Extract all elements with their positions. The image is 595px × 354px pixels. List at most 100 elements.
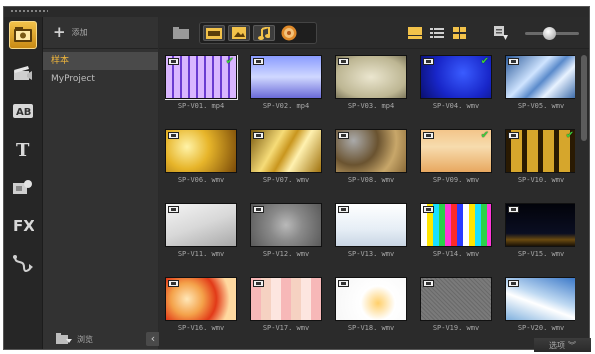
film-icon [253,58,264,65]
film-icon [508,206,519,213]
media-clip[interactable]: SP-V19. wmv [420,277,492,349]
media-clip[interactable]: SP-V02. mp4 [250,55,322,127]
media-clip[interactable]: SP-V12. wmv [250,203,322,275]
vertical-scrollbar[interactable] [580,51,588,335]
show-audio-button[interactable] [253,25,275,41]
clip-thumbnail[interactable] [335,55,407,99]
clip-thumbnail[interactable]: ✔ [165,55,238,100]
film-icon [338,132,349,139]
view-grid-button[interactable] [450,24,468,42]
flash-badge-icon [281,25,297,41]
transition-button[interactable]: AB [9,97,37,125]
media-clip[interactable]: SP-V17. wmv [250,277,322,349]
clip-name: SP-V11. wmv [177,250,225,258]
clip-thumbnail[interactable] [250,277,322,321]
drag-grip[interactable] [10,9,48,13]
in-use-check-icon: ✔ [225,56,234,67]
clip-name: SP-V18. wmv [347,324,395,332]
clip-thumbnail[interactable] [250,55,322,99]
clip-thumbnail[interactable] [335,203,407,247]
clip-name: SP-V10. wmv [517,176,565,184]
clip-name: SP-V03. mp4 [347,102,395,110]
show-video-button[interactable] [203,25,225,41]
options-label: 选项 [549,340,565,350]
clip-thumbnail[interactable] [165,129,237,173]
clip-thumbnail[interactable] [250,129,322,173]
browse-folder-icon [56,333,72,344]
media-clip[interactable]: SP-V08. wmv [335,129,407,201]
scrollbar-thumb[interactable] [581,55,587,141]
film-icon [338,206,349,213]
add-folder-button[interactable]: + 添加 [43,17,158,49]
clip-thumbnail[interactable] [420,203,492,247]
clip-thumbnail[interactable] [505,203,575,247]
clip-thumbnail[interactable] [505,277,575,321]
folder-item-myproject[interactable]: MyProject [43,70,158,88]
clip-thumbnail[interactable] [250,203,322,247]
sort-button[interactable] [491,23,511,43]
show-photo-button[interactable] [228,25,250,41]
slider-knob[interactable] [543,27,557,40]
media-tool-button[interactable] [9,21,37,49]
view-thumbnail-button[interactable] [406,24,424,42]
clip-thumbnail[interactable] [505,55,575,99]
open-folder-button[interactable] [169,23,193,43]
clip-thumbnail[interactable]: ✔ [420,129,492,173]
media-clip[interactable]: SP-V07. wmv [250,129,322,201]
media-filter-group [199,22,317,44]
film-icon [168,58,179,65]
music-note-icon [258,26,270,40]
clip-thumbnail[interactable] [420,277,492,321]
media-clip[interactable]: ✔ SP-V04. wmv [420,55,492,127]
flash-media-button[interactable] [278,25,300,41]
plus-icon: + [53,23,66,41]
media-clip[interactable]: ✔ SP-V01. mp4 [165,55,238,127]
film-icon [423,58,434,65]
instant-project-button[interactable] [9,59,37,87]
clip-name: SP-V13. wmv [347,250,395,258]
graphic-button[interactable] [9,173,37,201]
filter-button[interactable]: FX [9,211,37,239]
clip-thumbnail[interactable]: ✔ [505,129,575,173]
media-clip[interactable]: SP-V14. wmv [420,203,492,275]
clip-name: SP-V06. wmv [177,176,225,184]
media-clip[interactable]: SP-V05. wmv [505,55,575,127]
media-clip[interactable]: SP-V16. wmv [165,277,237,349]
film-icon [423,206,434,213]
media-clip[interactable]: SP-V13. wmv [335,203,407,275]
media-clip[interactable]: SP-V18. wmv [335,277,407,349]
options-button[interactable]: 选项 ︾ [534,338,591,352]
media-clip[interactable]: SP-V03. mp4 [335,55,407,127]
in-use-check-icon: ✔ [480,130,489,141]
photo-filter-icon [232,27,246,39]
media-clip[interactable]: ✔ SP-V09. wmv [420,129,492,201]
svg-text:FX: FX [13,217,34,234]
svg-text:T: T [16,140,30,159]
browse-button[interactable]: 浏览 [43,329,159,349]
clip-thumbnail[interactable]: ✔ [420,55,492,99]
clip-thumbnail[interactable] [165,277,237,321]
clip-thumbnail[interactable] [165,203,237,247]
clip-thumbnail[interactable] [335,129,407,173]
clip-name: SP-V04. wmv [432,102,480,110]
media-clip[interactable]: SP-V15. wmv [505,203,575,275]
path-button[interactable] [9,249,37,277]
clip-name: SP-V09. wmv [432,176,480,184]
clip-name: SP-V07. wmv [262,176,310,184]
clip-name: SP-V12. wmv [262,250,310,258]
view-list-button[interactable] [428,24,446,42]
title-button[interactable]: T [9,135,37,163]
film-icon [338,280,349,287]
media-clip[interactable]: SP-V11. wmv [165,203,237,275]
collapse-panel-button[interactable]: ‹ [146,332,160,346]
clip-thumbnail[interactable] [335,277,407,321]
list-view-icon [430,28,444,38]
title-icon: T [16,140,30,159]
library-window: AB T FX + 添加 样本 MyProject 浏览 ‹ ✔ SP-V01.… [3,6,591,352]
media-clip[interactable]: SP-V06. wmv [165,129,237,201]
ab-transition-icon: AB [13,104,33,118]
media-clip[interactable]: ✔ SP-V10. wmv [505,129,575,201]
chevron-down-icon: ︾ [568,340,576,350]
tool-rail: AB T FX [4,17,42,349]
folder-item-samples[interactable]: 样本 [43,52,158,70]
